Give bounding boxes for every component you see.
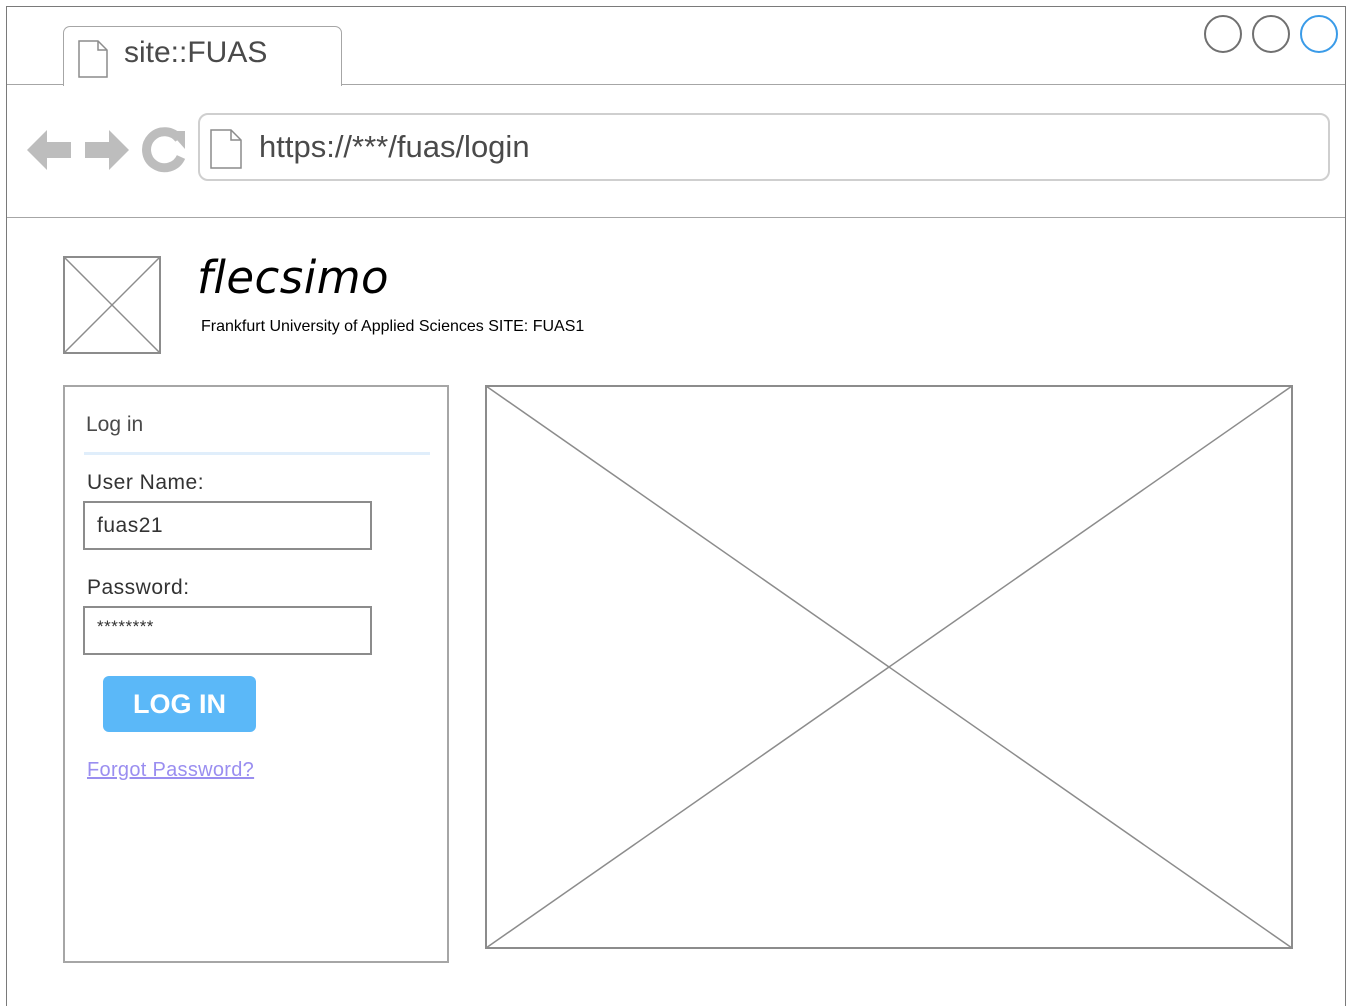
close-button[interactable] [1300, 15, 1338, 53]
logo-image-placeholder [63, 256, 161, 359]
file-icon [78, 40, 108, 83]
page-icon [210, 129, 242, 174]
url-text[interactable]: https://***/fuas/login [259, 129, 530, 165]
app-name: flecsimo [197, 251, 390, 304]
login-heading: Log in [86, 413, 144, 436]
login-panel: Log in User Name: fuas21 Password: *****… [63, 385, 449, 963]
browser-window: site::FUAS https://***/fuas/login flecsi… [6, 6, 1346, 1006]
toolbar-separator [7, 217, 1345, 218]
maximize-button[interactable] [1252, 15, 1290, 53]
username-input[interactable]: fuas21 [83, 501, 372, 550]
address-bar[interactable]: https://***/fuas/login [198, 113, 1330, 181]
login-button[interactable]: LOG IN [103, 676, 256, 732]
minimize-button[interactable] [1204, 15, 1242, 53]
password-input[interactable]: ******** [83, 606, 372, 655]
forward-arrow-icon[interactable] [83, 127, 131, 178]
login-divider [84, 452, 430, 455]
site-subtitle: Frankfurt University of Applied Sciences… [201, 318, 585, 335]
password-label: Password: [87, 576, 190, 599]
forgot-password-link[interactable]: Forgot Password? [87, 759, 254, 782]
username-label: User Name: [87, 471, 205, 494]
reload-icon[interactable] [141, 127, 187, 178]
hero-image-placeholder [485, 385, 1293, 954]
back-arrow-icon[interactable] [25, 127, 73, 178]
tab-title: site::FUAS [124, 36, 268, 69]
browser-tab[interactable]: site::FUAS [63, 26, 342, 86]
